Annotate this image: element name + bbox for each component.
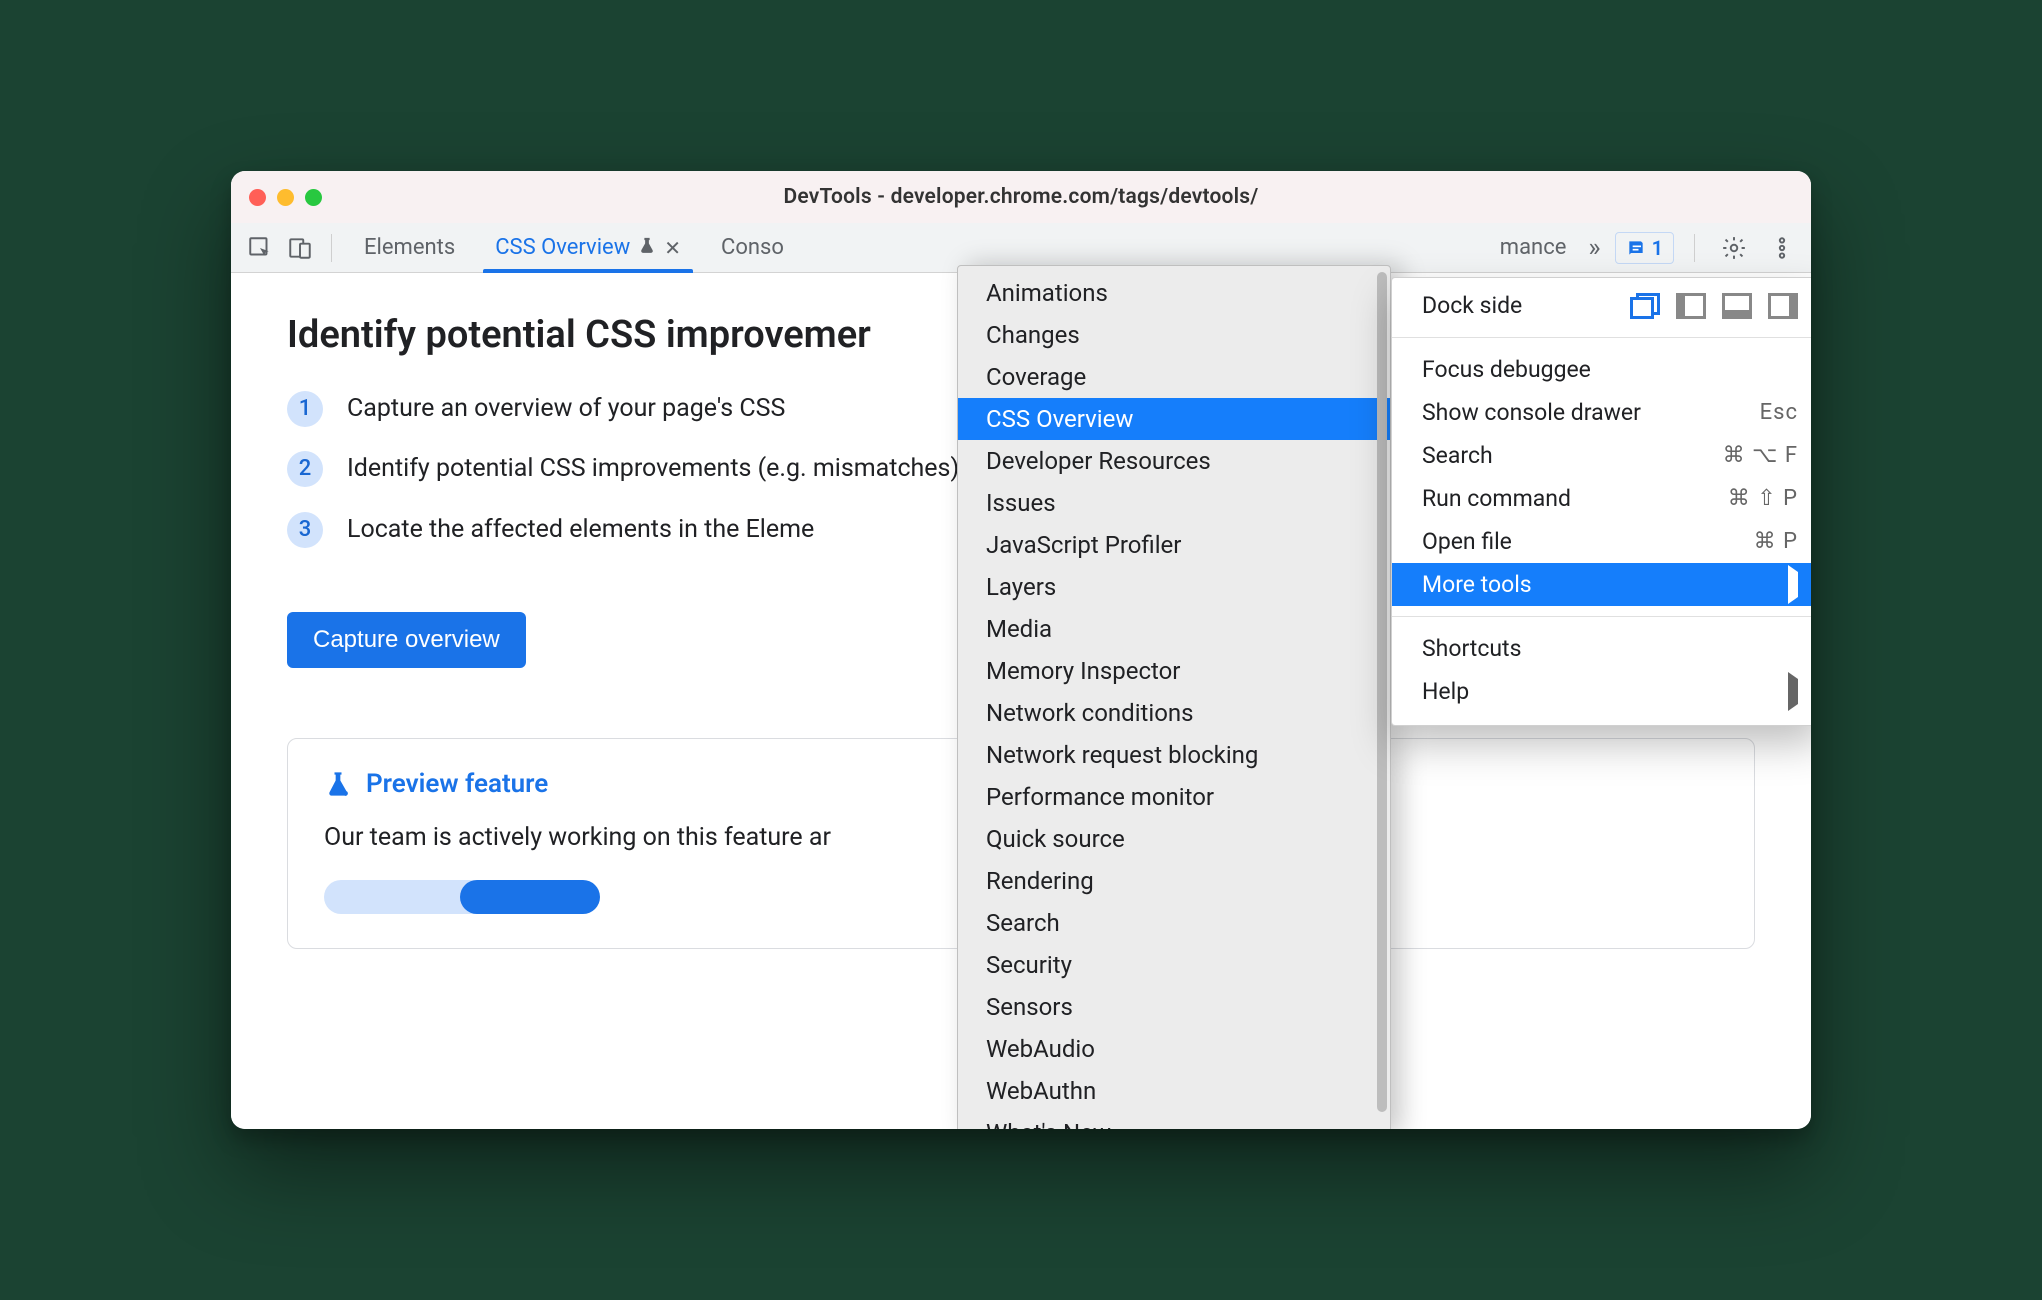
devtools-window: DevTools - developer.chrome.com/tags/dev… xyxy=(231,171,1811,1129)
menu-item[interactable]: Shortcuts xyxy=(1392,627,1811,670)
submenu-item[interactable]: Coverage xyxy=(958,356,1390,398)
dock-right-icon[interactable] xyxy=(1768,293,1798,319)
submenu-item[interactable]: Search xyxy=(958,902,1390,944)
issues-badge[interactable]: 1 xyxy=(1615,232,1674,264)
scrollbar-thumb[interactable] xyxy=(1377,272,1387,1112)
tab-css-overview[interactable]: CSS Overview ✕ xyxy=(475,223,701,272)
submenu-item[interactable]: Layers xyxy=(958,566,1390,608)
submenu-item[interactable]: Issues xyxy=(958,482,1390,524)
zoom-window-button[interactable] xyxy=(305,189,322,206)
inspect-element-icon[interactable] xyxy=(241,229,279,267)
panel-tabs: Elements CSS Overview ✕ Conso xyxy=(344,223,804,272)
issue-count: 1 xyxy=(1652,236,1663,260)
titlebar: DevTools - developer.chrome.com/tags/dev… xyxy=(231,171,1811,223)
close-window-button[interactable] xyxy=(249,189,266,206)
submenu-item[interactable]: JavaScript Profiler xyxy=(958,524,1390,566)
menu-item-label: Shortcuts xyxy=(1422,635,1521,662)
submenu-item[interactable]: WebAuthn xyxy=(958,1070,1390,1112)
submenu-item[interactable]: Animations xyxy=(958,272,1390,314)
tab-performance-truncated[interactable]: mance xyxy=(1492,223,1575,272)
menu-item-label: More tools xyxy=(1422,571,1532,598)
submenu-item[interactable]: Network request blocking xyxy=(958,734,1390,776)
dock-side-label: Dock side xyxy=(1422,292,1522,319)
menu-item-shortcut: ⌘ ⌥ F xyxy=(1723,443,1798,468)
minimize-window-button[interactable] xyxy=(277,189,294,206)
tabs-overflow-chevron[interactable]: » xyxy=(1576,233,1612,263)
divider xyxy=(1694,234,1695,262)
menu-separator xyxy=(1392,616,1811,617)
step-number-badge: 2 xyxy=(287,451,323,487)
kebab-menu-icon[interactable] xyxy=(1763,229,1801,267)
submenu-item[interactable]: Sensors xyxy=(958,986,1390,1028)
dock-side-row: Dock side xyxy=(1392,284,1811,327)
submenu-item[interactable]: What's New xyxy=(958,1112,1390,1129)
tab-label: CSS Overview xyxy=(495,235,630,260)
capture-overview-button[interactable]: Capture overview xyxy=(287,612,526,668)
menu-item[interactable]: Show console drawer Esc xyxy=(1392,391,1811,434)
step-number-badge: 3 xyxy=(287,512,323,548)
submenu-item[interactable]: CSS Overview xyxy=(958,398,1390,440)
flask-icon xyxy=(638,235,656,260)
device-toolbar-icon[interactable] xyxy=(281,229,319,267)
menu-item-shortcut: ⌘ ⇧ P xyxy=(1728,486,1798,511)
menu-item[interactable]: Focus debuggee xyxy=(1392,348,1811,391)
menu-item-label: Run command xyxy=(1422,485,1571,512)
submenu-item[interactable]: Security xyxy=(958,944,1390,986)
menu-item-shortcut: ⌘ P xyxy=(1754,529,1798,554)
menu-item-label: Search xyxy=(1422,442,1493,469)
dock-icons xyxy=(1630,293,1798,319)
menu-item[interactable]: More tools xyxy=(1392,563,1811,606)
menu-item[interactable]: Run command ⌘ ⇧ P xyxy=(1392,477,1811,520)
tab-console-truncated[interactable]: Conso xyxy=(701,223,804,272)
submenu-item[interactable]: Developer Resources xyxy=(958,440,1390,482)
submenu-item[interactable]: Performance monitor xyxy=(958,776,1390,818)
menu-item-shortcut: Esc xyxy=(1760,400,1798,425)
main-dropdown-menu: Dock side Focus debuggee Show console dra… xyxy=(1391,277,1811,726)
submenu-item[interactable]: Memory Inspector xyxy=(958,650,1390,692)
tab-label: Elements xyxy=(364,235,455,260)
menu-item-label: Open file xyxy=(1422,528,1512,555)
menu-item-label: Show console drawer xyxy=(1422,399,1641,426)
menu-item-label: Focus debuggee xyxy=(1422,356,1591,383)
tab-label: mance xyxy=(1500,235,1567,260)
traffic-lights xyxy=(249,189,322,206)
submenu-item[interactable]: Network conditions xyxy=(958,692,1390,734)
dock-left-icon[interactable] xyxy=(1676,293,1706,319)
menu-separator xyxy=(1392,337,1811,338)
menu-item-label: Help xyxy=(1422,678,1469,705)
window-title: DevTools - developer.chrome.com/tags/dev… xyxy=(784,185,1259,209)
step-text: Identify potential CSS improvements (e.g… xyxy=(347,451,959,487)
feature-title-text: Preview feature xyxy=(366,769,548,799)
step-number-badge: 1 xyxy=(287,391,323,427)
menu-item[interactable]: Search ⌘ ⌥ F xyxy=(1392,434,1811,477)
dock-bottom-icon[interactable] xyxy=(1722,293,1752,319)
dock-undock-icon[interactable] xyxy=(1630,293,1660,319)
toolbar-right: 1 xyxy=(1615,229,1801,267)
submenu-item[interactable]: Changes xyxy=(958,314,1390,356)
flask-icon xyxy=(324,770,352,798)
tab-elements[interactable]: Elements xyxy=(344,223,475,272)
submenu-item[interactable]: WebAudio xyxy=(958,1028,1390,1070)
menu-item[interactable]: Help xyxy=(1392,670,1811,713)
chevron-right-icon xyxy=(1788,572,1798,597)
submenu-item[interactable]: Rendering xyxy=(958,860,1390,902)
tab-label: Conso xyxy=(721,235,784,260)
menu-item[interactable]: Open file ⌘ P xyxy=(1392,520,1811,563)
feature-body-text: Our team is actively working on this fea… xyxy=(324,823,831,852)
gear-icon[interactable] xyxy=(1715,229,1753,267)
step-text: Locate the affected elements in the Elem… xyxy=(347,512,814,548)
more-tools-submenu: AnimationsChangesCoverageCSS OverviewDev… xyxy=(957,265,1391,1129)
chevron-right-icon xyxy=(1788,679,1798,704)
step-text: Capture an overview of your page's CSS xyxy=(347,391,785,427)
close-icon[interactable]: ✕ xyxy=(664,236,681,260)
chip-dark[interactable] xyxy=(460,880,600,914)
submenu-item[interactable]: Quick source xyxy=(958,818,1390,860)
submenu-item[interactable]: Media xyxy=(958,608,1390,650)
divider xyxy=(331,234,332,262)
issue-icon xyxy=(1626,238,1646,258)
